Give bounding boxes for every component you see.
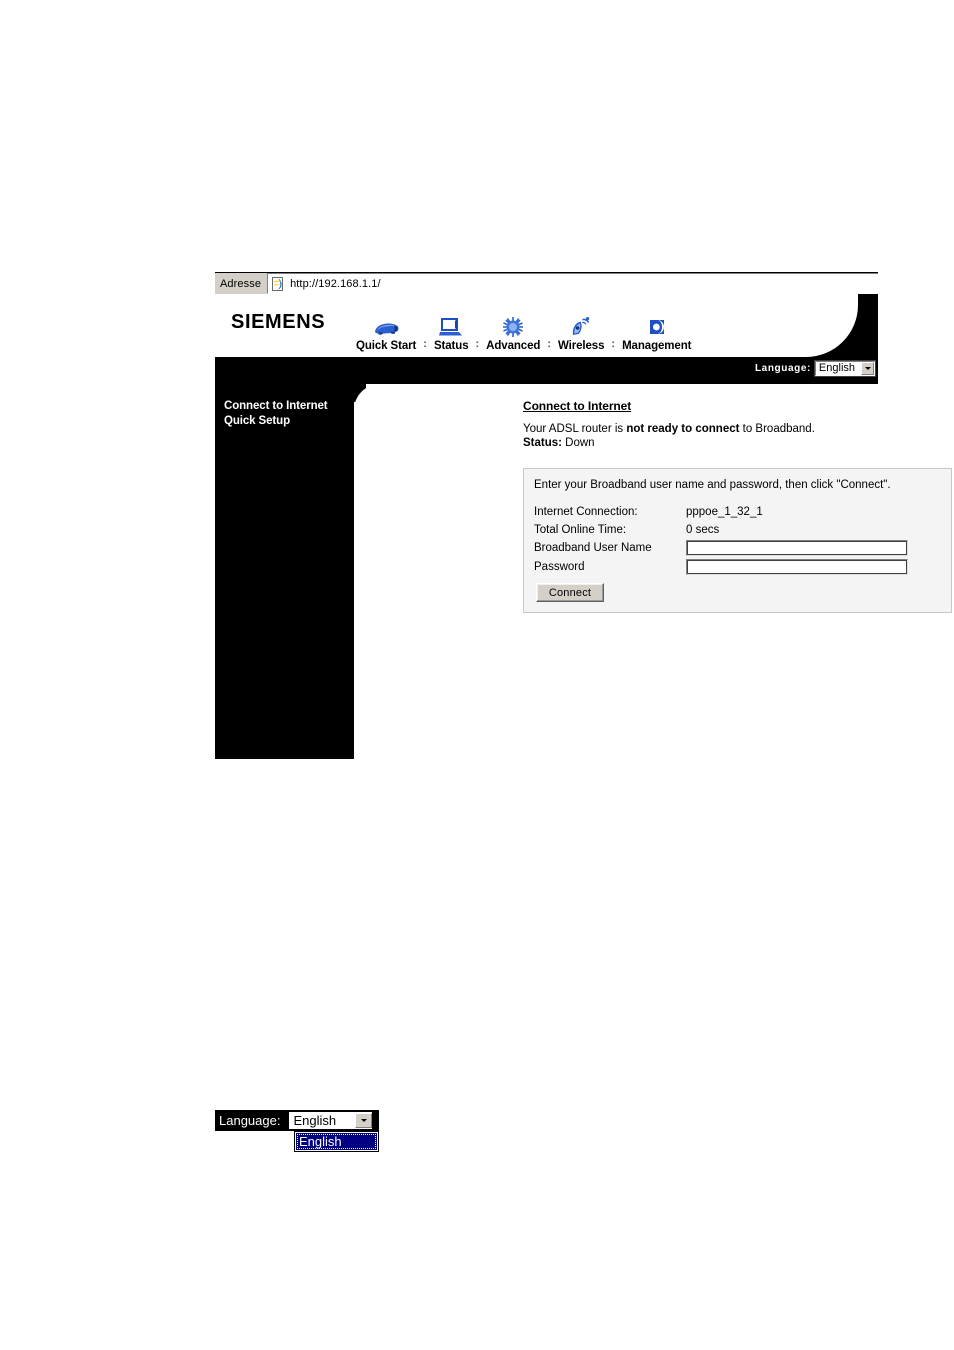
language-widget-select[interactable]: English <box>288 1111 374 1130</box>
address-input[interactable]: http://192.168.1.1/ <box>267 273 878 294</box>
address-bar-label: Adresse <box>215 273 268 294</box>
label-total-online-time: Total Online Time: <box>534 523 627 536</box>
status-emphasis: not ready to connect <box>626 423 740 435</box>
language-select-value: English <box>818 362 855 374</box>
nav-label-management: Management <box>622 340 692 352</box>
language-widget-dropdown: English <box>294 1131 379 1152</box>
language-widget-label: Language: <box>219 1113 281 1128</box>
laptop-icon <box>436 314 466 338</box>
status-label: Status: <box>523 437 562 449</box>
nav-item-status[interactable]: Status <box>429 314 474 352</box>
status-prefix: Your ADSL router is <box>523 423 627 435</box>
sidebar-item-quick-setup[interactable]: Quick Setup <box>224 415 290 427</box>
language-option-english[interactable]: English <box>296 1133 377 1150</box>
car-icon <box>371 314 401 338</box>
nav-item-management[interactable]: Management <box>617 314 696 352</box>
key-disc-icon <box>642 314 672 338</box>
field-row-password: Password <box>534 557 944 576</box>
status-badge: Status: Down <box>523 437 595 449</box>
field-row-username: Broadband User Name <box>534 538 944 557</box>
siemens-logo: SIEMENS <box>231 311 326 333</box>
language-widget-bar: Language: English <box>215 1110 380 1131</box>
status-suffix: to Broadband. <box>739 423 815 435</box>
main-navigation: Quick Start : Status : Advanced: Wirele… <box>351 298 696 352</box>
ie-page-icon <box>271 276 285 291</box>
nav-label-status: Status <box>433 340 469 352</box>
form-instruction: Enter your Broadband user name and passw… <box>534 479 891 491</box>
page-title: Connect to Internet <box>523 399 632 413</box>
sidebar-item-connect-to-internet[interactable]: Connect to Internet <box>224 400 328 412</box>
nav-item-advanced[interactable]: Advanced <box>481 314 545 352</box>
nav-label-advanced: Advanced <box>486 340 541 352</box>
connect-button[interactable]: Connect <box>536 583 604 602</box>
value-total-online-time: 0 secs <box>686 523 720 536</box>
connect-form-panel: Enter your Broadband user name and passw… <box>523 468 952 613</box>
broadband-username-input[interactable] <box>686 539 908 556</box>
router-status-sentence: Your ADSL router is not ready to connect… <box>523 422 815 437</box>
nav-item-quick-start[interactable]: Quick Start <box>351 314 421 352</box>
chevron-down-icon[interactable] <box>861 361 874 375</box>
value-internet-connection: pppoe_1_32_1 <box>686 505 763 518</box>
label-broadband-user-name: Broadband User Name <box>534 541 652 554</box>
chevron-down-icon[interactable] <box>355 1113 373 1128</box>
header-white-panel: SIEMENS Quick Start : Status: Advanced … <box>215 294 858 357</box>
nav-label-quick-start: Quick Start <box>356 340 417 352</box>
chip-icon <box>498 314 528 338</box>
label-internet-connection: Internet Connection: <box>534 505 638 518</box>
language-widget-detail: Language: English English <box>215 1110 385 1155</box>
language-label: Language: <box>754 362 811 374</box>
nav-separator: : <box>611 338 616 350</box>
password-input[interactable] <box>686 558 908 575</box>
router-body-region: Connect to Internet Quick Setup Connect … <box>215 384 952 759</box>
language-selector-header: Language: English <box>754 358 877 378</box>
nav-item-wireless[interactable]: Wireless <box>553 314 609 352</box>
nav-separator: : <box>475 338 480 350</box>
field-row-internet-connection: Internet Connection: pppoe_1_32_1 <box>534 502 944 521</box>
status-value: Down <box>561 437 595 449</box>
content-panel: Connect to Internet Your ADSL router is … <box>354 384 952 759</box>
sidebar: Connect to Internet Quick Setup <box>215 384 354 759</box>
nav-label-wireless: Wireless <box>558 340 605 352</box>
language-select[interactable]: English <box>813 359 877 377</box>
router-header-region: SIEMENS Quick Start : Status: Advanced … <box>215 294 878 384</box>
nav-separator: : <box>547 338 551 350</box>
language-widget-value: English <box>293 1113 337 1128</box>
browser-address-bar: Adresse http://192.168.1.1/ <box>215 272 878 294</box>
field-row-total-online-time: Total Online Time: 0 secs <box>534 520 944 539</box>
nav-separator: : <box>423 338 427 350</box>
satellite-dish-icon <box>566 314 596 338</box>
address-url-text: http://192.168.1.1/ <box>290 277 381 290</box>
label-password: Password <box>534 560 585 573</box>
